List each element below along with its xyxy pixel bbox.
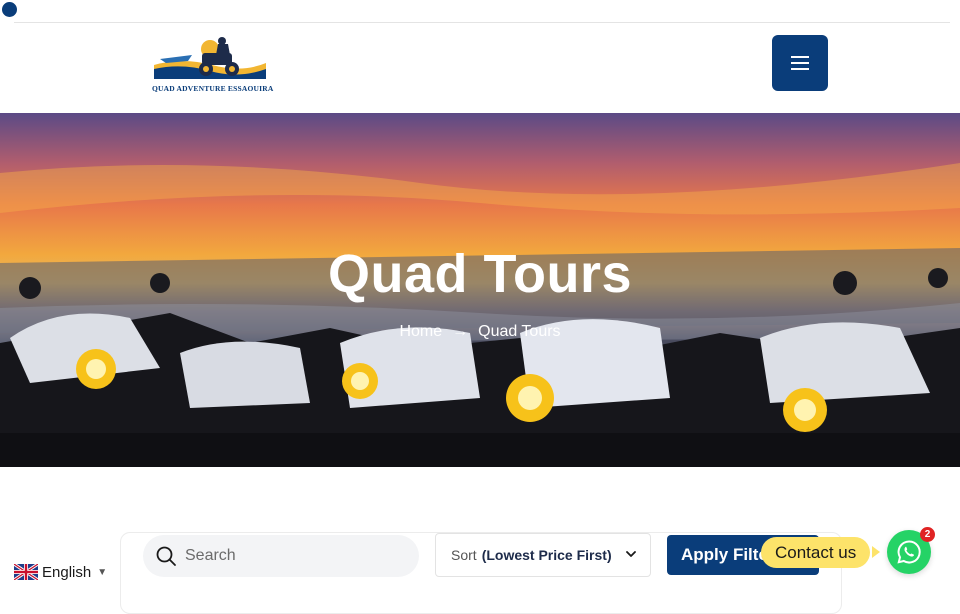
breadcrumb-home-link[interactable]: Home [399,323,442,341]
breadcrumb: Home → Quad Tours [0,323,960,341]
caret-down-icon: ▼ [97,566,108,578]
breadcrumb-current: Quad Tours [478,323,561,340]
contact-us-bubble[interactable]: Contact us [761,537,871,568]
site-logo[interactable]: QUAD ADVENTURE ESSAOUIRA [152,35,274,93]
contact-us-label: Contact us [775,542,857,562]
quad-rider-logo-icon [154,37,266,79]
search-icon [156,546,176,566]
language-switcher[interactable]: English ▼ [14,561,108,583]
contact-bubble-tail [872,546,880,558]
top-indicator-dot [2,2,17,17]
chevron-down-icon [626,551,636,557]
search-box[interactable] [143,535,419,577]
hero-banner: Quad Tours Home → Quad Tours [0,113,960,467]
sort-label: Sort [451,547,477,563]
menu-button[interactable] [772,35,828,91]
breadcrumb-arrow-icon: → [452,323,469,340]
logo-text: QUAD ADVENTURE ESSAOUIRA [152,84,274,93]
language-label: English [42,563,92,581]
notification-badge: 2 [920,527,935,542]
whatsapp-icon [897,540,921,564]
search-input[interactable] [183,546,407,566]
uk-flag-icon [14,564,38,580]
sort-select[interactable]: Sort (Lowest Price First) [435,533,651,577]
sort-value: (Lowest Price First) [481,547,612,563]
page-title: Quad Tours [327,244,632,304]
hamburger-icon [791,56,809,70]
site-header: QUAD ADVENTURE ESSAOUIRA [0,23,960,113]
